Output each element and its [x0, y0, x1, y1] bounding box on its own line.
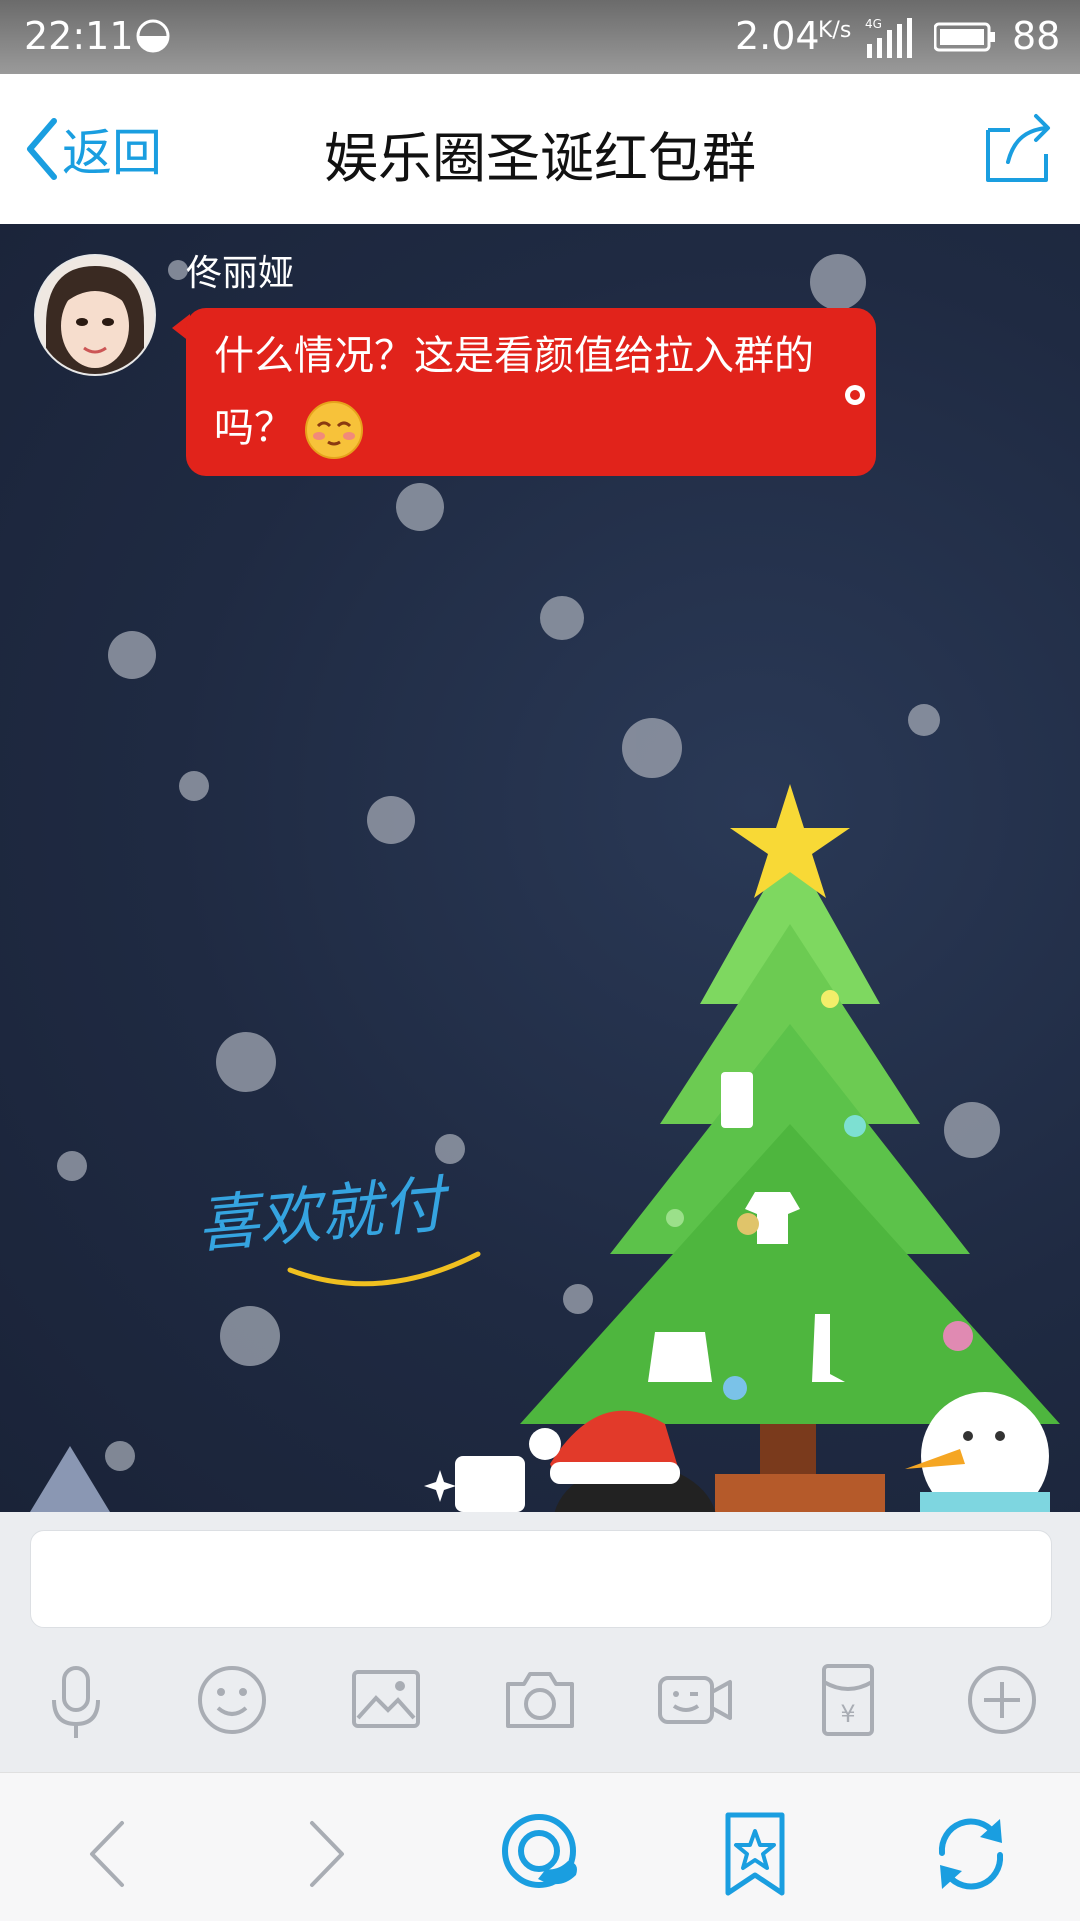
avatar-face [36, 256, 154, 374]
emoji-icon[interactable] [190, 1658, 274, 1742]
chat-area[interactable]: 喜欢就付 佟丽娅 什么情况？这是看颜值给拉入群的 吗？ [0, 224, 1080, 1512]
video-call-icon[interactable] [652, 1658, 736, 1742]
message-bubble[interactable]: 什么情况？这是看颜值给拉入群的 吗？ [186, 308, 876, 476]
camera-icon[interactable] [498, 1658, 582, 1742]
network-speed: 2.04 [735, 14, 820, 58]
input-area: ¥ [0, 1512, 1080, 1772]
penguin [529, 1410, 716, 1512]
red-packet-icon[interactable]: ¥ [806, 1658, 890, 1742]
battery-level: 88 [1012, 14, 1061, 58]
plus-icon[interactable] [960, 1658, 1044, 1742]
bottom-nav [0, 1772, 1080, 1921]
message-text-line1: 什么情况？这是看颜值给拉入群的 [214, 333, 814, 379]
battery-icon [934, 22, 995, 52]
forward-icon[interactable] [280, 1809, 370, 1899]
svg-text:4G: 4G [865, 17, 882, 31]
message-text-line2-wrap: 吗？ [214, 392, 848, 464]
qq-icon[interactable] [494, 1809, 584, 1899]
microphone-icon[interactable] [34, 1658, 118, 1742]
header-bar: 返回 娱乐圈圣诞红包群 [0, 74, 1080, 224]
signal-icon: 4G [865, 17, 912, 58]
sync-icon [136, 19, 170, 53]
favorites-icon[interactable] [710, 1809, 800, 1899]
status-bar: 22:11 2.04 K/s 4G 88 [0, 0, 1080, 74]
bubble-dot [845, 385, 865, 405]
message-input[interactable] [30, 1530, 1052, 1628]
message-text-line2: 吗？ [214, 405, 294, 451]
avatar[interactable] [34, 254, 156, 376]
refresh-icon[interactable] [926, 1809, 1016, 1899]
share-icon[interactable] [980, 110, 1056, 186]
back-icon[interactable] [64, 1809, 154, 1899]
page-title: 娱乐圈圣诞红包群 [324, 127, 756, 190]
small-tree [30, 1446, 110, 1512]
blushing-face-icon [305, 401, 363, 459]
sender-name: 佟丽娅 [186, 253, 295, 294]
speed-unit: K/s [818, 18, 852, 43]
image-icon[interactable] [344, 1658, 428, 1742]
sparkle [424, 1470, 456, 1502]
svg-text:¥: ¥ [840, 1700, 855, 1728]
phone-card [455, 1456, 525, 1512]
status-time: 22:11 [24, 14, 134, 58]
